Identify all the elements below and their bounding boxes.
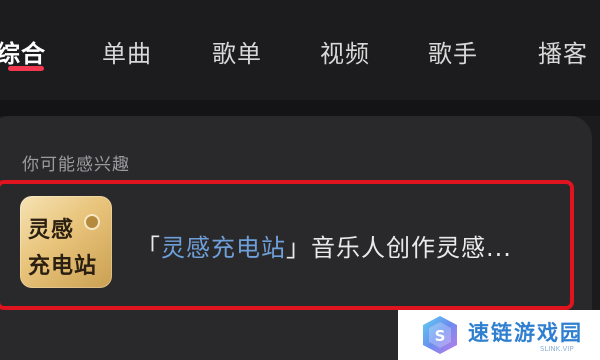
watermark-logo-letter: S xyxy=(435,327,446,345)
section-title: 你可能感兴趣 xyxy=(22,155,130,175)
active-tab-indicator xyxy=(8,66,44,71)
tab-artists[interactable]: 歌手 xyxy=(428,34,478,69)
search-tab-bar: 综合 单曲 歌单 视频 歌手 播客 xyxy=(0,0,600,100)
tab-videos[interactable]: 视频 xyxy=(320,34,370,69)
watermark: S 速链游戏园 SLINK.VIP xyxy=(398,310,600,360)
slink-logo-icon: S xyxy=(423,316,457,354)
section-divider xyxy=(0,100,600,116)
search-results-screen: 综合 单曲 歌单 视频 歌手 播客 你可能感兴趣 灵感 充电站 「灵感充电站」音… xyxy=(0,0,600,360)
tab-playlists[interactable]: 歌单 xyxy=(212,34,262,69)
tab-comprehensive[interactable]: 综合 xyxy=(0,34,46,69)
red-highlight-frame xyxy=(0,180,574,310)
tab-podcasts[interactable]: 播客 xyxy=(538,34,588,69)
watermark-subtext: SLINK.VIP xyxy=(540,345,574,353)
tab-songs[interactable]: 单曲 xyxy=(102,34,152,69)
watermark-name: 速链游戏园 xyxy=(468,321,583,345)
